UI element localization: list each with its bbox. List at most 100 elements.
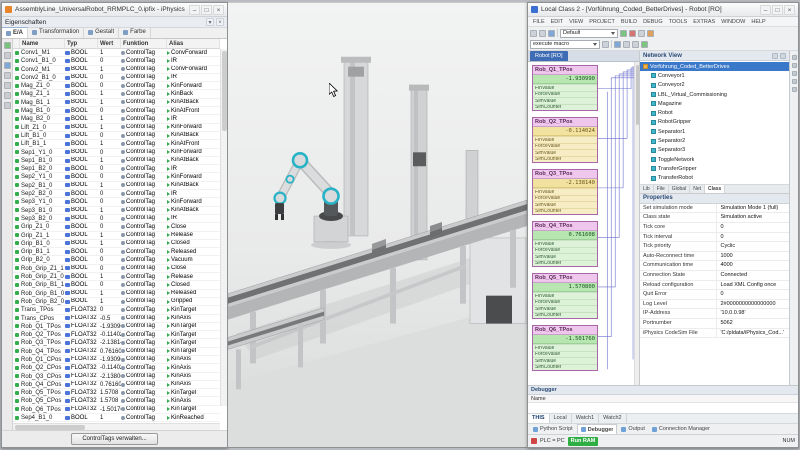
property-tab[interactable]: Gestalt xyxy=(84,27,119,38)
menu-item[interactable]: TOOLS xyxy=(666,19,691,25)
table-row[interactable]: Conv1_B1_0 BOOL 0 ControlTag IR xyxy=(13,57,220,65)
fbd-scrollbar[interactable] xyxy=(634,62,639,385)
property-value[interactable]: 0 xyxy=(717,290,789,299)
table-row[interactable]: Grip_B1_1 BOOL 0 ControlTag Released xyxy=(13,248,220,256)
table-row[interactable]: Mag_B2_0 BOOL 1 ControlTag IR xyxy=(13,115,220,123)
help-icon[interactable] xyxy=(792,87,797,92)
tree-item[interactable]: Separator2 xyxy=(640,136,789,145)
property-value[interactable]: 2#0000000000000000 xyxy=(717,300,789,309)
table-row[interactable]: Sep2_Y1_0 BOOL 0 ControlTag KinForward xyxy=(13,173,220,181)
fbd-block[interactable]: Rob_Q5_TPos 1.570800 FinValue ForceValue… xyxy=(532,273,598,319)
header-name[interactable]: Name xyxy=(20,39,65,48)
table-row[interactable]: Rob_Q2_TPos FLOAT32 -0.11402 ControlTag … xyxy=(13,331,220,339)
table-row[interactable]: Trans_CPos FLOAT32 -0.5 ControlTag KinAx… xyxy=(13,315,220,323)
maximize-icon[interactable]: □ xyxy=(201,5,212,15)
watch-tab[interactable]: Watch1 xyxy=(572,414,599,423)
fbd-block[interactable]: Rob_Q6_TPos -1.501760 FinValue ForceValu… xyxy=(532,325,598,371)
fbd-canvas[interactable]: Rob_Q1_TPos -1.930990 FinValue ForceValu… xyxy=(528,62,639,385)
run-icon[interactable] xyxy=(620,30,627,37)
tree-item[interactable]: TransferGripper xyxy=(640,164,789,173)
table-row[interactable]: Mag_B1_0 BOOL 0 ControlTag KinAtFront xyxy=(13,107,220,115)
menu-item[interactable]: BUILD xyxy=(618,19,640,25)
table-row[interactable]: Rob_Q3_CPos FLOAT32 -2.13806 ControlTag … xyxy=(13,373,220,381)
property-value[interactable]: 0 xyxy=(717,223,789,232)
table-row[interactable]: Sep3_Y1_0 BOOL 0 ControlTag KinForward xyxy=(13,198,220,206)
watch-tab[interactable]: THIS xyxy=(528,414,550,423)
tree-item[interactable]: Robot xyxy=(640,108,789,117)
table-row[interactable]: Lift_Z1_0 BOOL 1 ControlTag KinForward xyxy=(13,124,220,132)
toolbox-icon[interactable] xyxy=(792,63,797,68)
table-row[interactable]: Rob_Grip_B2_0 BOOL 1 ControlTag Gripped xyxy=(13,298,220,306)
fbd-block[interactable]: Rob_Q1_TPos -1.930990 FinValue ForceValu… xyxy=(532,65,598,111)
table-row[interactable]: Conv2_M1 BOOL 1 ControlTag ConvForward xyxy=(13,66,220,74)
debugger-watch-area[interactable] xyxy=(528,403,798,413)
bookmark-icon[interactable] xyxy=(792,79,797,84)
table-row[interactable]: Sep3_B1_0 BOOL 1 ControlTag KinAtBack xyxy=(13,207,220,215)
table-row[interactable]: Mag_B1_1 BOOL 1 ControlTag KinAtBack xyxy=(13,99,220,107)
panel-menu-icon[interactable]: ▾ xyxy=(206,18,214,26)
table-row[interactable]: Conv2_B1_0 BOOL 0 ControlTag IR xyxy=(13,74,220,82)
table-row[interactable]: Sep1_Y1_0 BOOL 0 ControlTag KinForward xyxy=(13,149,220,157)
table-row[interactable]: Sep1_B2_0 BOOL 0 ControlTag IR xyxy=(13,165,220,173)
grid-tool-icon[interactable] xyxy=(4,102,11,109)
right-titlebar[interactable]: Local Class 2 - [Vorführung_Coded_Better… xyxy=(528,3,798,17)
table-row[interactable]: Rob_Q4_CPos FLOAT32 0.761608 ControlTag … xyxy=(13,381,220,389)
menu-item[interactable]: EDIT xyxy=(548,19,567,25)
table-row[interactable]: Rob_Grip_B1_0 BOOL 1 ControlTag Released xyxy=(13,290,220,298)
stop-icon[interactable] xyxy=(629,30,636,37)
tree-item[interactable]: Conveyor2 xyxy=(640,81,789,90)
online-icon[interactable] xyxy=(614,41,621,48)
table-row[interactable]: Rob_Grip_Z1_1 BOOL 0 ControlTag Close xyxy=(13,265,220,273)
property-value[interactable]: 0 xyxy=(717,233,789,242)
table-row[interactable]: Sep2_B2_0 BOOL 0 ControlTag IR xyxy=(13,190,220,198)
library-icon[interactable] xyxy=(792,55,797,60)
property-value[interactable]: 5062 xyxy=(717,319,789,328)
measure-tool-icon[interactable] xyxy=(4,82,11,89)
table-row[interactable]: Lift_B1_0 BOOL 0 ControlTag KinAtBack xyxy=(13,132,220,140)
tree-root-item[interactable]: Vorführung_Coded_BetterDrives xyxy=(640,62,789,71)
table-row[interactable]: Lift_B1_1 BOOL 1 ControlTag KinAtFront xyxy=(13,140,220,148)
watch-tab[interactable]: Watch2 xyxy=(599,414,626,423)
open-file-icon[interactable] xyxy=(539,30,546,37)
table-row[interactable]: Rob_Q6_TPos FLOAT32 -1.50176 ControlTag … xyxy=(13,406,220,414)
panel-close-icon[interactable]: × xyxy=(216,18,224,26)
document-tab-robot[interactable]: Robot [RO] xyxy=(530,51,568,61)
connect-icon[interactable] xyxy=(641,41,648,48)
tree-item[interactable]: LBL_Virtual_Commissioning xyxy=(640,90,789,99)
left-titlebar[interactable]: AssemblyLine_UniversalRobot_RRMPLC_0.ipf… xyxy=(2,3,227,17)
maximize-icon[interactable]: □ xyxy=(772,5,783,15)
move-tool-icon[interactable] xyxy=(4,62,11,69)
table-row[interactable]: Rob_Grip_Z1_0 BOOL 1 ControlTag Release xyxy=(13,273,220,281)
save-icon[interactable] xyxy=(548,30,555,37)
viewport-3d[interactable] xyxy=(228,2,527,448)
table-row[interactable]: Rob_Q5_TPos FLOAT32 1.5708 ControlTag Ki… xyxy=(13,389,220,397)
table-row[interactable]: Mag_Z1_0 BOOL 0 ControlTag KinForward xyxy=(13,82,220,90)
view-tab[interactable]: File xyxy=(654,185,669,193)
table-row[interactable]: Rob_Q5_CPos FLOAT32 1.5708 ControlTag Ki… xyxy=(13,397,220,405)
menu-item[interactable]: VIEW xyxy=(566,19,586,25)
view-tab[interactable]: Lib xyxy=(640,185,654,193)
tree-item[interactable]: ToggleNetwork xyxy=(640,155,789,164)
view-tab[interactable]: Global xyxy=(669,185,690,193)
property-value[interactable]: '10.0.0.98' xyxy=(717,309,789,318)
header-funktion[interactable]: Funktion xyxy=(121,39,167,48)
table-row[interactable]: Sep1_B1_0 BOOL 1 ControlTag KinAtBack xyxy=(13,157,220,165)
header-wert[interactable]: Wert xyxy=(98,39,121,48)
close-icon[interactable]: × xyxy=(784,5,795,15)
table-row[interactable]: Rob_Q4_TPos FLOAT32 0.761608 ControlTag … xyxy=(13,348,220,356)
step-icon[interactable] xyxy=(632,41,639,48)
pin-icon[interactable] xyxy=(772,53,778,59)
fbd-block[interactable]: Rob_Q2_TPos -0.114024 FinValue ForceValu… xyxy=(532,117,598,163)
property-value[interactable]: 'C:/pldata/iPhysics_Cod...' xyxy=(717,329,789,338)
tree-item[interactable]: TransferRobot xyxy=(640,174,789,183)
menu-item[interactable]: WINDOW xyxy=(718,19,748,25)
table-row[interactable]: Trans_TPos FLOAT32 0 ControlTag KinTarge… xyxy=(13,306,220,314)
property-value[interactable]: 4000 xyxy=(717,261,789,270)
new-file-icon[interactable] xyxy=(530,30,537,37)
search-icon[interactable] xyxy=(792,71,797,76)
property-value[interactable]: Load XML Config once xyxy=(717,281,789,290)
download-icon[interactable] xyxy=(647,30,654,37)
menu-item[interactable]: FILE xyxy=(530,19,548,25)
property-tab[interactable]: Transformation xyxy=(28,27,84,38)
property-value[interactable]: Cyclic xyxy=(717,242,789,251)
